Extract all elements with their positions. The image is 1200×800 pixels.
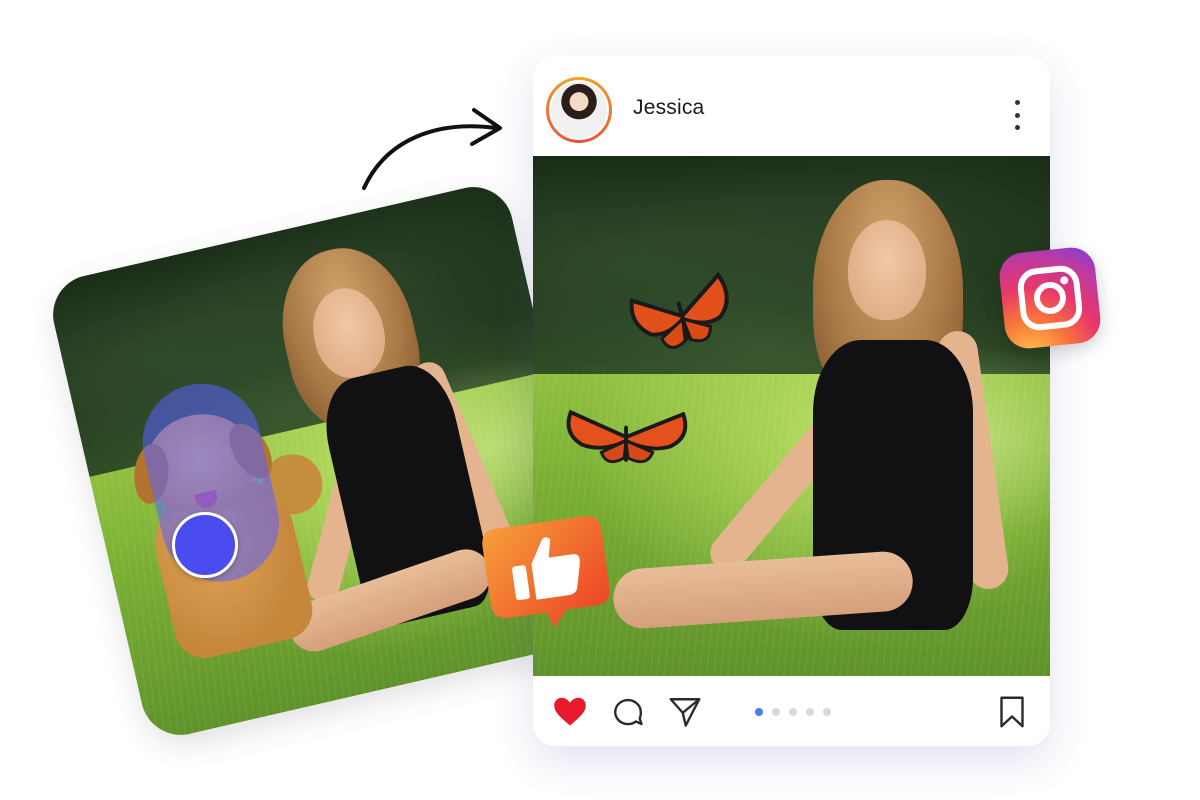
username[interactable]: Jessica [633, 96, 704, 120]
post-actions [533, 676, 1050, 746]
comment-icon[interactable] [610, 694, 646, 730]
instagram-icon [997, 245, 1103, 351]
heart-icon[interactable] [552, 694, 588, 730]
more-vertical-icon[interactable] [1006, 100, 1028, 130]
brush-handle[interactable] [172, 512, 238, 578]
carousel-indicator [755, 708, 831, 716]
butterfly [566, 409, 688, 464]
source-photo [45, 179, 609, 743]
thumbs-up-icon [482, 516, 610, 628]
social-post-card: Jessica [533, 56, 1050, 746]
post-header: Jessica [533, 56, 1050, 156]
send-icon[interactable] [667, 694, 703, 730]
bookmark-icon[interactable] [994, 694, 1030, 730]
source-photo-card [45, 179, 609, 743]
avatar[interactable] [546, 77, 612, 143]
stage: Jessica [0, 0, 1200, 800]
curved-arrow-icon [362, 108, 502, 190]
